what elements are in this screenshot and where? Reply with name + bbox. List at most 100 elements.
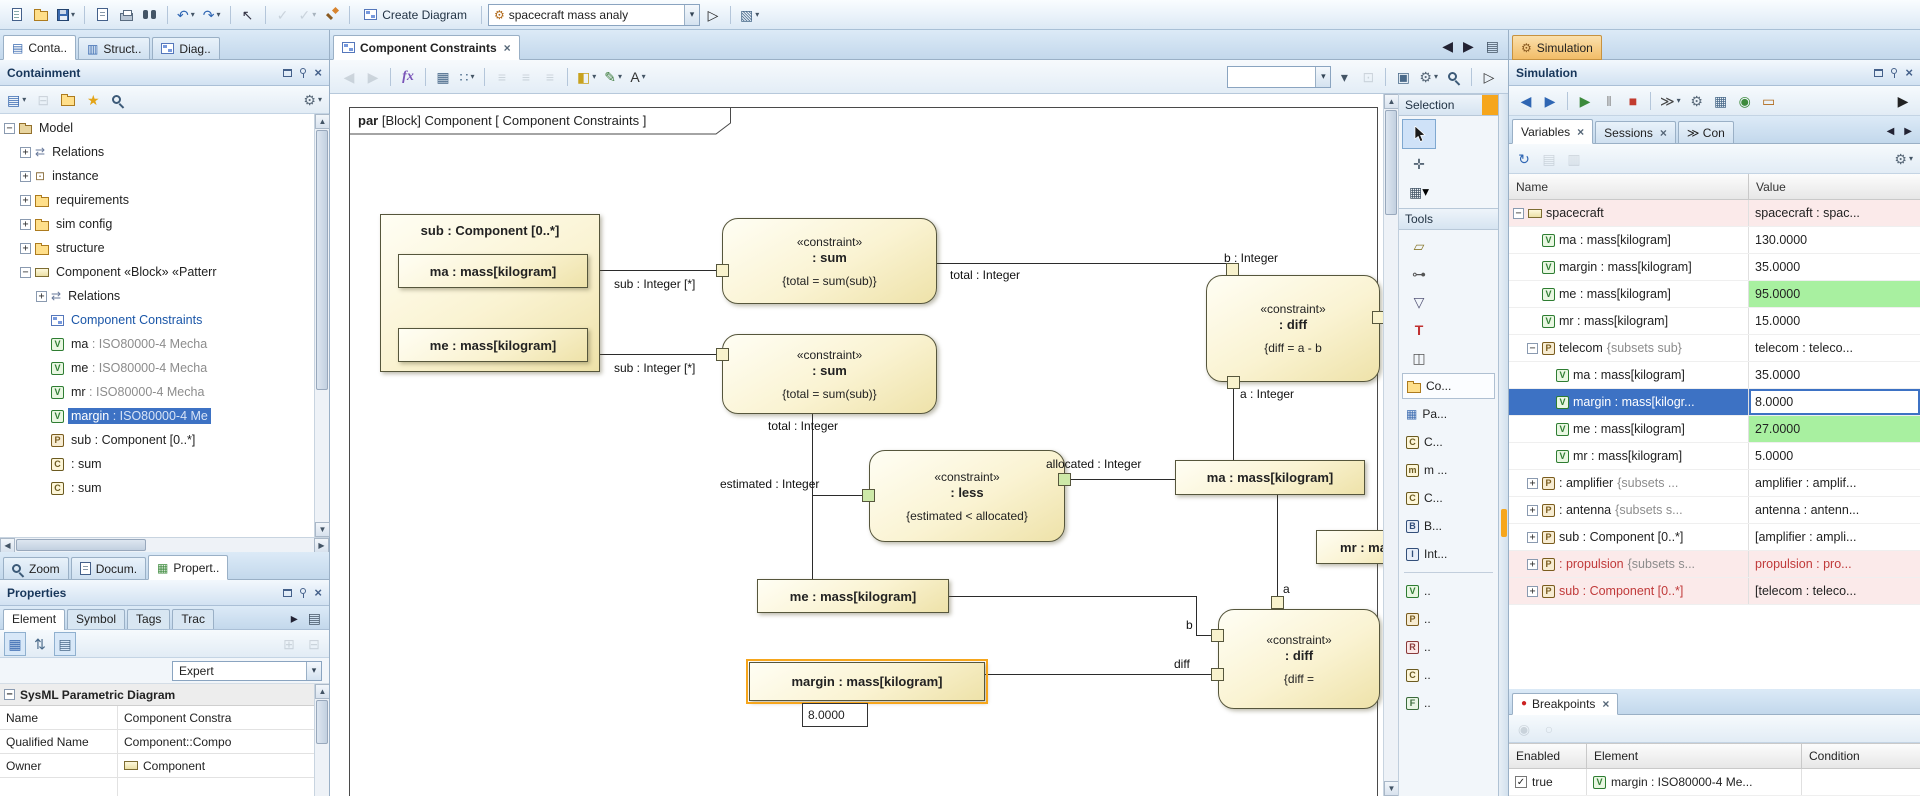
left-tab-1[interactable]: ▥Struct.. [78,37,150,59]
column-header-enabled[interactable]: Enabled [1509,744,1587,768]
row-expander[interactable]: + [1527,505,1538,516]
canvas-vertical-scrollbar[interactable]: ▲ ▼ [1383,94,1398,796]
variables-row[interactable]: +Vma : mass[kilogram]130.0000 [1509,227,1920,254]
animation-prev-button[interactable]: ◀ [1515,89,1537,113]
tree-item[interactable]: +Component Constraints [0,308,314,332]
new-project-button[interactable] [6,3,28,27]
zoom-combo[interactable]: ▾ [1227,66,1331,88]
tab-list-icon[interactable]: ▤ [1480,39,1505,59]
me-part[interactable]: me : mass[kilogram] [757,579,949,613]
tree-expander[interactable]: + [20,219,31,230]
properties-tab-2[interactable]: Tags [127,609,170,629]
properties-tab-3[interactable]: Trac [172,609,214,629]
bottom-tab-0[interactable]: Zoom [3,557,69,579]
tab-overflow-icon[interactable]: ▸ [288,611,301,629]
smart-manipulation-button[interactable]: ↖ [237,3,259,27]
tree-item[interactable]: +Vma : ISO80000-4 Mecha [0,332,314,356]
close-tab-icon[interactable]: × [1577,125,1584,139]
diff-top-out-port[interactable] [1372,311,1383,324]
simulation-settings-button[interactable]: ⚙ [1686,89,1708,113]
fill-color-button[interactable]: ◧▾ [574,65,599,89]
close-tab-icon[interactable]: × [1602,697,1609,711]
selection-cursor-button[interactable] [1402,119,1436,149]
tree-horizontal-scrollbar[interactable]: ◀ ▶ [0,537,329,552]
variables-row[interactable]: +Vmargin : mass[kilogr...8.0000 [1509,389,1920,416]
sort-button[interactable]: ⇅ [29,632,51,656]
simulation-view-tab-2[interactable]: ≫ Con [1678,121,1734,143]
connector-sub-sum1[interactable] [600,270,716,271]
panel-splitter[interactable] [1498,94,1508,796]
tab-scroll-right-icon[interactable]: ▶ [1459,39,1478,59]
diff-top-a-port[interactable] [1227,376,1240,389]
trigger-button[interactable]: ◉ [1734,89,1756,113]
sum2-constraint[interactable]: «constraint» : sum {total = sum(sub)} [722,334,937,414]
diff-bottom-constraint[interactable]: «constraint» : diff {diff = [1218,609,1380,709]
tree-item[interactable]: +⇄Relations [0,140,314,164]
properties-section-header[interactable]: − SysML Parametric Diagram [0,684,314,706]
properties-mode-select[interactable]: Expert ▾ [172,661,322,681]
variables-row[interactable]: +Psub : Component [0..*][amplifier : amp… [1509,524,1920,551]
diff-bottom-a-port[interactable] [1271,596,1284,609]
properties-scrollbar[interactable]: ▲ [314,684,329,796]
variables-row[interactable]: +Vme : mass[kilogram]27.0000 [1509,416,1920,443]
note-tool-button[interactable]: ▱ [1402,233,1436,259]
search-button[interactable] [107,88,129,112]
validate-config-button[interactable]: ✓▾ [296,3,320,27]
containment-settings-button[interactable]: ⚙▾ [300,88,325,112]
sub-me-part[interactable]: me : mass[kilogram] [398,328,588,362]
variables-row[interactable]: +P: amplifier {subsets ...amplifier : am… [1509,470,1920,497]
tree-item[interactable]: +Psub : Component [0..*] [0,428,314,452]
scroll-down-icon[interactable]: ▼ [1384,781,1399,796]
mr-part[interactable]: mr : ma [1316,530,1383,564]
palette-item-3[interactable]: mm ... [1402,457,1495,483]
connector-estimated[interactable] [812,495,862,496]
palette-extra-item-4[interactable]: F.. [1402,690,1495,716]
open-element-button[interactable] [57,88,79,112]
ui-frame-button[interactable]: ▭ [1758,89,1780,113]
tree-expander[interactable]: − [4,123,15,134]
sum1-constraint[interactable]: «constraint» : sum {total = sum(sub)} [722,218,937,304]
connector-sub-sum2[interactable] [600,354,716,355]
lock-diagram-button[interactable]: ▣ [1392,65,1414,89]
connector-me-b-v[interactable] [1196,596,1197,635]
tree-item[interactable]: +C: sum [0,452,314,476]
sum1-sub-port[interactable] [716,264,729,277]
import-button[interactable]: ▥ [1563,147,1585,171]
row-expander[interactable]: + [1527,559,1538,570]
watch-table-button[interactable]: ▦ [1710,89,1732,113]
tree-expander[interactable]: + [20,171,31,182]
row-expander[interactable]: − [1527,343,1538,354]
palette-item-1[interactable]: ▦Pa... [1402,401,1495,427]
pause-button[interactable]: ‖ [1598,89,1620,113]
nav-forward-button[interactable]: ▶ [362,65,384,89]
terminate-button[interactable]: ■ [1622,89,1644,113]
variable-value-cell[interactable]: 8.0000 [1749,389,1920,415]
palette-item-0[interactable]: Co... [1402,373,1495,399]
display-parts-button[interactable]: ▦ [432,65,454,89]
variables-row[interactable]: +Vmargin : mass[kilogram]35.0000 [1509,254,1920,281]
diagram-canvas[interactable]: par [Block] Component [ Component Constr… [330,94,1383,796]
float-panel-icon[interactable] [1874,69,1883,77]
tree-expander[interactable]: − [20,267,31,278]
tree-item[interactable]: +structure [0,236,314,260]
layout-button[interactable]: ∷▾ [456,65,478,89]
diagram-options-button[interactable]: ⚙▾ [1416,65,1441,89]
more-actions-button[interactable]: ≫▾ [1657,89,1684,113]
splitter-handle[interactable] [1501,509,1507,537]
print-button[interactable] [115,3,137,27]
variables-options-button[interactable]: ⚙▾ [1891,147,1916,171]
column-header-name[interactable]: Name [1509,174,1749,199]
tree-item[interactable]: +⇄Relations [0,284,314,308]
properties-tab-1[interactable]: Symbol [67,609,125,629]
ma-part[interactable]: ma : mass[kilogram] [1175,460,1365,495]
open-project-button[interactable] [30,3,52,27]
collapse-properties-button[interactable]: ⊟ [303,632,325,656]
property-row[interactable]: NameComponent Constra [0,706,314,730]
section-collapse-icon[interactable]: − [4,689,15,700]
tree-item[interactable]: +Vme : ISO80000-4 Mecha [0,356,314,380]
find-button[interactable] [139,3,161,27]
zoom-preset-button[interactable]: ▾ [1333,65,1355,89]
tree-item[interactable]: +Vmr : ISO80000-4 Mecha [0,380,314,404]
tree-item[interactable]: +C: sum [0,476,314,500]
bottom-tab-2[interactable]: ▦Propert.. [148,555,228,580]
